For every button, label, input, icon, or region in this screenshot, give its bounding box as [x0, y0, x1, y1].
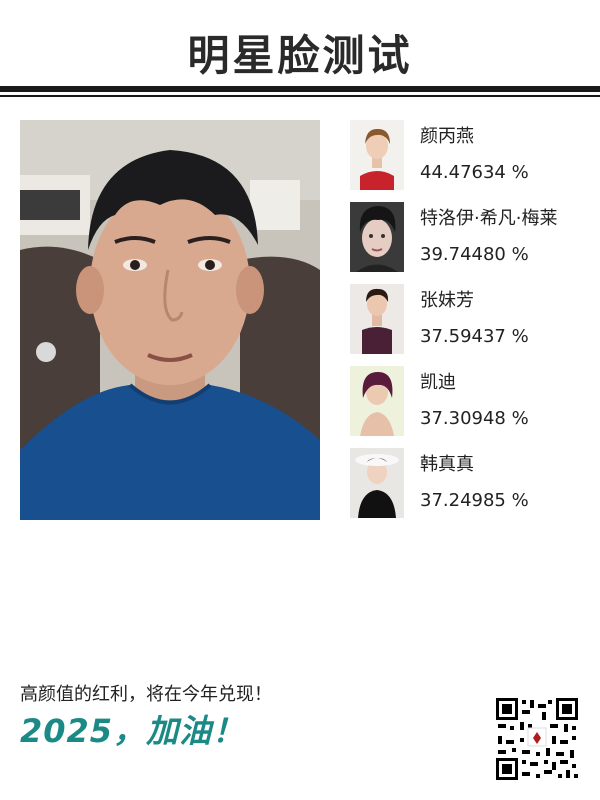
result-item[interactable]: 特洛伊·希凡·梅莱 39.74480 %: [350, 202, 590, 272]
celebrity-thumbnail: [350, 366, 404, 436]
similarity-score: 39.74480 %: [420, 244, 529, 265]
header-divider-thick: [0, 86, 600, 92]
similarity-score: 37.30948 %: [420, 408, 529, 429]
slogan-text: 高颜值的红利，将在今年兑现！: [20, 684, 272, 705]
celebrity-name: 特洛伊·希凡·梅莱: [420, 208, 558, 229]
celebrity-name: 凯迪: [420, 372, 456, 393]
celebrity-thumbnail: [350, 284, 404, 354]
similarity-score: 37.59437 %: [420, 326, 529, 347]
page-title: 明星脸测试: [187, 31, 413, 80]
cheer-text: 2025，加油！: [20, 712, 246, 750]
celebrity-name: 颜丙燕: [420, 126, 474, 147]
similarity-score: 37.24985 %: [420, 490, 529, 511]
celebrity-thumbnail: [350, 448, 404, 518]
celebrity-thumbnail: [350, 202, 404, 272]
result-item[interactable]: 凯迪 37.30948 %: [350, 366, 590, 436]
celebrity-thumbnail: [350, 120, 404, 190]
similarity-score: 44.47634 %: [420, 162, 529, 183]
user-photo: [20, 120, 320, 520]
celebrity-name: 张妹芳: [420, 290, 474, 311]
result-item[interactable]: 颜丙燕 44.47634 %: [350, 120, 590, 190]
celebrity-name: 韩真真: [420, 454, 474, 475]
result-item[interactable]: 韩真真 37.24985 %: [350, 448, 590, 518]
result-item[interactable]: 张妹芳 37.59437 %: [350, 284, 590, 354]
qr-code-icon[interactable]: [494, 696, 580, 782]
header-divider-thin: [0, 95, 600, 97]
